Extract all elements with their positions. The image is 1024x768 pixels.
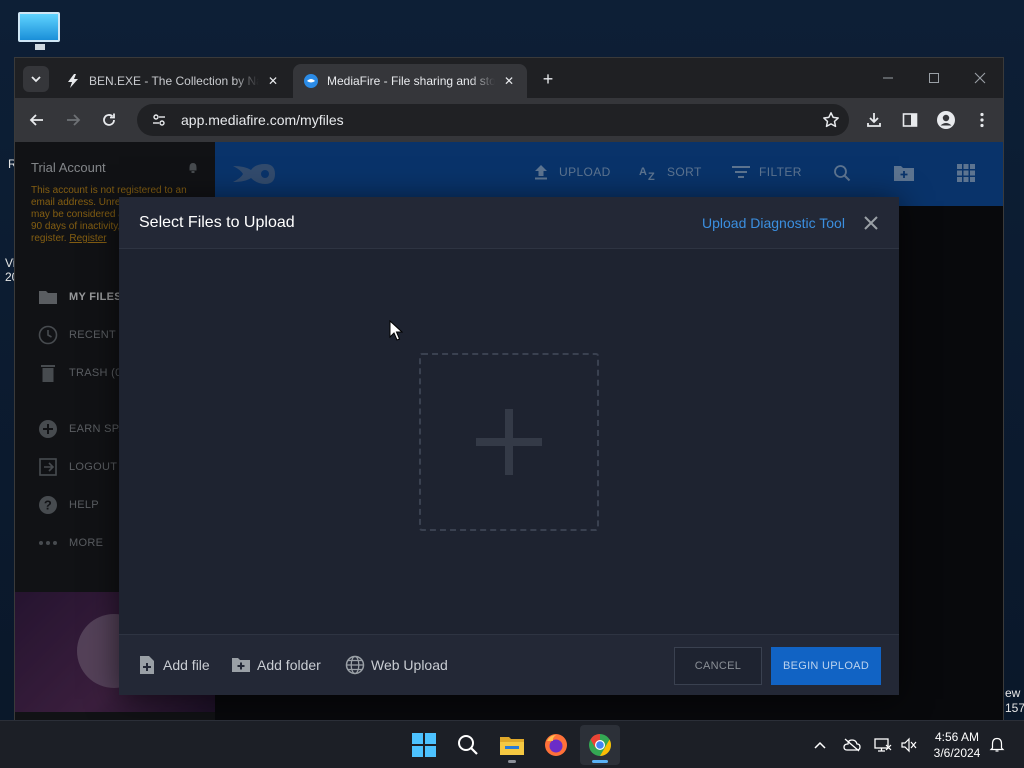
upload-dialog-header: Select Files to Upload Upload Diagnostic…	[119, 197, 899, 249]
back-button[interactable]	[23, 106, 51, 134]
download-icon	[867, 113, 881, 127]
desktop-partial-text: ew	[1005, 686, 1021, 700]
dialog-close-button[interactable]	[861, 213, 881, 233]
file-dropzone[interactable]	[419, 353, 599, 531]
file-explorer-icon	[500, 737, 524, 755]
bookmark-star-icon[interactable]	[821, 110, 841, 130]
lightning-favicon-icon	[65, 73, 81, 89]
side-panel-button[interactable]	[896, 106, 924, 134]
maximize-button[interactable]	[911, 66, 957, 90]
this-pc-desktop-icon[interactable]	[18, 10, 62, 50]
windows-logo-icon	[412, 733, 436, 757]
search-icon	[458, 735, 478, 755]
chevron-up-icon	[814, 741, 826, 749]
mouse-cursor	[389, 320, 403, 341]
site-info-icon[interactable]	[149, 110, 169, 130]
firefox-taskbar-button[interactable]	[536, 725, 576, 765]
side-panel-icon	[902, 113, 918, 127]
network-tray-icon[interactable]	[873, 735, 893, 755]
dialog-title: Select Files to Upload	[139, 214, 295, 231]
web-upload-button[interactable]: Web Upload	[345, 655, 448, 675]
new-tab-button[interactable]: +	[537, 68, 559, 90]
web-upload-label: Web Upload	[371, 657, 448, 673]
tab-close-button[interactable]: ✕	[501, 73, 517, 89]
add-folder-button[interactable]: Add folder	[231, 655, 321, 675]
minimize-icon	[883, 77, 893, 79]
tab-close-button[interactable]: ✕	[265, 73, 281, 89]
network-icon	[874, 738, 892, 752]
taskbar-clock[interactable]: 4:56 AM 3/6/2024	[926, 729, 988, 761]
tab-ben-exe[interactable]: BEN.EXE - The Collection by Na ✕	[55, 64, 291, 98]
bell-icon	[989, 737, 1005, 752]
add-folder-label: Add folder	[257, 657, 321, 673]
folder-plus-icon	[231, 655, 251, 675]
upload-dialog: Select Files to Upload Upload Diagnostic…	[119, 197, 899, 695]
start-button[interactable]	[404, 725, 444, 765]
close-icon	[864, 216, 878, 230]
downloads-button[interactable]	[860, 106, 888, 134]
desktop-partial-text: 157	[1005, 701, 1024, 715]
speaker-muted-icon	[901, 737, 917, 753]
clock-time: 4:56 AM	[934, 730, 980, 744]
add-file-button[interactable]: Add file	[137, 655, 210, 675]
plus-icon	[476, 409, 542, 475]
chrome-menu-button[interactable]	[968, 106, 996, 134]
upload-dialog-footer: Add file Add folder Web Upload CANCEL BE…	[119, 634, 899, 695]
url-text: app.mediafire.com/myfiles	[181, 112, 344, 128]
taskbar-search-button[interactable]	[448, 725, 488, 765]
cloud-off-icon	[843, 738, 861, 752]
browser-toolbar: app.mediafire.com/myfiles	[15, 98, 1003, 142]
close-icon	[974, 72, 986, 84]
begin-upload-button[interactable]: BEGIN UPLOAD	[771, 647, 881, 685]
onedrive-tray-icon[interactable]	[842, 735, 862, 755]
address-bar[interactable]: app.mediafire.com/myfiles	[137, 104, 849, 136]
profile-avatar-icon	[937, 111, 955, 129]
close-window-button[interactable]	[957, 66, 1003, 90]
file-explorer-taskbar-button[interactable]	[492, 725, 532, 765]
volume-tray-icon[interactable]	[899, 735, 919, 755]
reload-icon	[103, 113, 115, 126]
maximize-icon	[929, 73, 939, 83]
arrow-right-icon	[67, 114, 81, 126]
globe-icon	[345, 655, 365, 675]
reload-button[interactable]	[95, 106, 123, 134]
minimize-button[interactable]	[865, 66, 911, 90]
cancel-button[interactable]: CANCEL	[674, 647, 762, 685]
tab-title: MediaFire - File sharing and sto	[327, 74, 495, 88]
file-plus-icon	[137, 655, 157, 675]
add-file-label: Add file	[163, 657, 210, 673]
show-hidden-icons-button[interactable]	[810, 735, 830, 755]
windows-taskbar: 4:56 AM 3/6/2024	[0, 720, 1024, 768]
profile-button[interactable]	[932, 106, 960, 134]
chevron-down-icon	[31, 76, 41, 83]
firefox-icon	[545, 734, 567, 756]
tab-search-button[interactable]	[23, 66, 49, 92]
tab-title: BEN.EXE - The Collection by Na	[89, 74, 259, 88]
forward-button[interactable]	[59, 106, 87, 134]
notifications-button[interactable]	[987, 735, 1007, 755]
arrow-left-icon	[29, 114, 43, 126]
kebab-menu-icon	[980, 112, 984, 128]
clock-date: 3/6/2024	[933, 746, 981, 760]
tab-strip: BEN.EXE - The Collection by Na ✕ MediaFi…	[15, 58, 1003, 98]
mediafire-favicon-icon	[303, 73, 319, 89]
tab-mediafire[interactable]: MediaFire - File sharing and sto ✕	[293, 64, 527, 98]
chrome-taskbar-button[interactable]	[580, 725, 620, 765]
chrome-icon	[589, 734, 611, 756]
upload-diagnostic-link[interactable]: Upload Diagnostic Tool	[702, 215, 845, 231]
